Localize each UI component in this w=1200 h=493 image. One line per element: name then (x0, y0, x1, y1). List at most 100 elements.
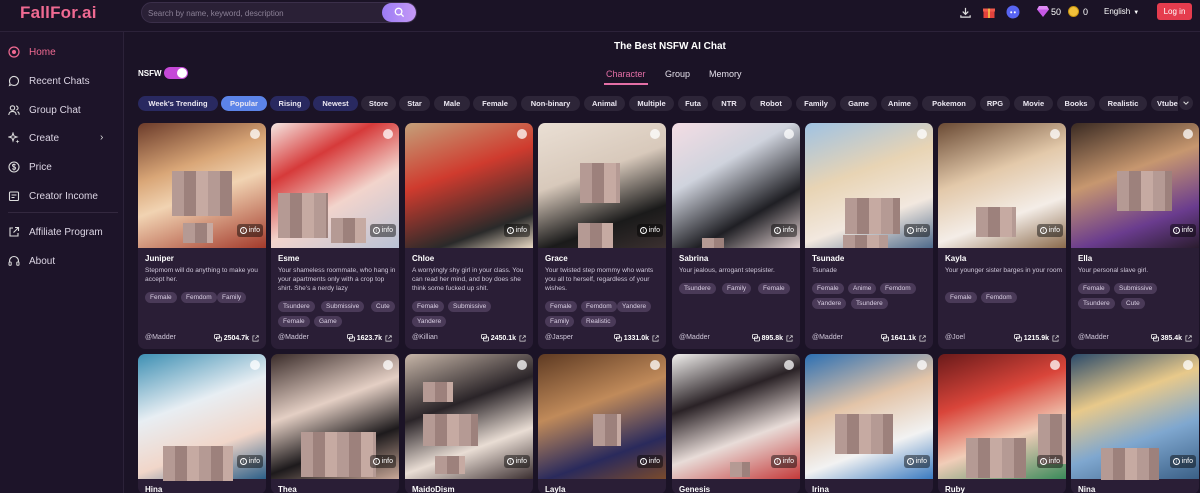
tag-badge[interactable]: Femdom (880, 283, 916, 294)
sidebar-item-price[interactable]: Price (8, 158, 52, 176)
tag-badge[interactable]: Femdom (181, 292, 217, 303)
sidebar-item-creator-income[interactable]: Creator Income (8, 187, 98, 205)
tag-badge[interactable]: Submissive (1114, 283, 1158, 294)
creator-handle[interactable]: @Madder (278, 334, 309, 341)
tag-badge[interactable]: Tsundere (278, 301, 315, 312)
chip-robot[interactable]: Robot (750, 96, 792, 111)
info-button[interactable]: i info (903, 224, 930, 237)
tag-badge[interactable]: Yandere (812, 298, 847, 309)
chip-female[interactable]: Female (473, 96, 517, 111)
tag-badge[interactable]: Female (812, 283, 844, 294)
info-button[interactable]: i info (503, 455, 530, 468)
character-card[interactable]: i info Nina (1071, 354, 1199, 493)
chip-popular[interactable]: Popular (221, 96, 267, 111)
character-card[interactable]: i info Hina (138, 354, 266, 493)
tag-badge[interactable]: Submissive (448, 301, 492, 312)
info-button[interactable]: i info (369, 224, 396, 237)
favorite-icon[interactable] (784, 129, 794, 139)
tag-badge[interactable]: Female (412, 301, 444, 312)
chip-anime[interactable]: Anime (881, 96, 918, 111)
tag-badge[interactable]: Female (545, 301, 577, 312)
character-card[interactable]: i info Juniper Stepmom will do anything to … (138, 123, 266, 349)
favorite-icon[interactable] (784, 360, 794, 370)
external-link-icon[interactable] (919, 334, 926, 342)
external-link-icon[interactable] (252, 334, 259, 342)
creator-handle[interactable]: @Madder (812, 334, 843, 341)
info-button[interactable]: i info (903, 455, 930, 468)
character-card[interactable]: i info Tsunade Tsunade Female Anime Femdom Yand… (805, 123, 933, 349)
chip-books[interactable]: Books (1057, 96, 1095, 111)
gift-icon[interactable] (982, 5, 996, 19)
tag-badge[interactable]: Cute (1121, 298, 1145, 309)
external-link-icon[interactable] (786, 334, 793, 342)
tab-memory[interactable]: Memory (709, 69, 742, 79)
info-button[interactable]: i info (1036, 455, 1063, 468)
character-card[interactable]: i info Layla (538, 354, 666, 493)
tab-group[interactable]: Group (665, 69, 690, 79)
info-button[interactable]: i info (236, 224, 263, 237)
sidebar-item-home[interactable]: Home (8, 43, 56, 61)
favorite-icon[interactable] (383, 129, 393, 139)
character-card[interactable]: i info Ella Your personal slave girl. Female… (1071, 123, 1199, 349)
logo[interactable]: FallFor.ai (20, 3, 97, 23)
search-input[interactable] (148, 6, 378, 20)
tag-badge[interactable]: Female (1078, 283, 1110, 294)
favorite-icon[interactable] (250, 360, 260, 370)
chip-pokemon[interactable]: Pokemon (922, 96, 976, 111)
chips-expand-button[interactable] (1179, 96, 1193, 110)
creator-handle[interactable]: @Joel (945, 334, 965, 341)
chip-multiple[interactable]: Multiple (629, 96, 674, 111)
character-card[interactable]: i info Ruby (938, 354, 1066, 493)
external-link-icon[interactable] (652, 334, 659, 342)
tag-badge[interactable]: Female (278, 316, 310, 327)
favorite-icon[interactable] (1050, 360, 1060, 370)
chip-game[interactable]: Game (840, 96, 877, 111)
tag-badge[interactable]: Tsundere (1078, 298, 1115, 309)
tag-badge[interactable]: Yandere (617, 301, 652, 312)
character-card[interactable]: i info Sabrina Your jealous, arrogant steps… (672, 123, 800, 349)
tag-badge[interactable]: Female (145, 292, 177, 303)
favorite-icon[interactable] (1183, 129, 1193, 139)
chip-rising[interactable]: Rising (270, 96, 310, 111)
info-button[interactable]: i info (369, 455, 396, 468)
info-button[interactable]: i info (770, 224, 797, 237)
chip-newest[interactable]: Newest (313, 96, 358, 111)
info-button[interactable]: i info (1169, 224, 1196, 237)
chip-male[interactable]: Male (434, 96, 470, 111)
favorite-icon[interactable] (383, 360, 393, 370)
character-card[interactable]: i info Grace Your twisted step mommy who wa… (538, 123, 666, 349)
chip-weeks-trending[interactable]: Week's Trending (138, 96, 218, 111)
favorite-icon[interactable] (650, 360, 660, 370)
nsfw-toggle[interactable] (164, 67, 188, 79)
info-button[interactable]: i info (503, 224, 530, 237)
character-card[interactable]: i info Genesis (672, 354, 800, 493)
favorite-icon[interactable] (650, 129, 660, 139)
tag-badge[interactable]: Female (758, 283, 790, 294)
tag-badge[interactable]: Submissive (321, 301, 365, 312)
creator-handle[interactable]: @Jasper (545, 334, 573, 341)
character-card[interactable]: i info MaidoDism (405, 354, 533, 493)
tag-badge[interactable]: Anime (848, 283, 877, 294)
sidebar-item-recent-chats[interactable]: Recent Chats (8, 72, 90, 90)
chip-ntr[interactable]: NTR (712, 96, 746, 111)
search-button[interactable] (382, 3, 416, 22)
character-card[interactable]: i info Esme Your shameless roommate, who ha… (271, 123, 399, 349)
character-card[interactable]: i info Chloe A worryingly shy girl in your … (405, 123, 533, 349)
chip-movie[interactable]: Movie (1014, 96, 1053, 111)
chip-rpg[interactable]: RPG (980, 96, 1010, 111)
sidebar-item-group-chat[interactable]: Group Chat (8, 101, 81, 119)
tag-badge[interactable]: Tsundere (851, 298, 888, 309)
chip-realistic[interactable]: Realistic (1099, 96, 1147, 111)
login-button[interactable]: Log in (1157, 3, 1192, 20)
info-button[interactable]: i info (636, 455, 663, 468)
favorite-icon[interactable] (1050, 129, 1060, 139)
chip-futa[interactable]: Futa (678, 96, 708, 111)
tag-badge[interactable]: Femdom (581, 301, 617, 312)
language-select[interactable]: English ▼ (1104, 7, 1139, 16)
chip-family[interactable]: Family (796, 96, 836, 111)
info-button[interactable]: i info (1036, 224, 1063, 237)
sidebar-item-about[interactable]: About (8, 252, 55, 270)
tag-badge[interactable]: Femdom (981, 292, 1017, 303)
tab-character[interactable]: Character (606, 69, 646, 79)
external-link-icon[interactable] (1052, 334, 1059, 342)
